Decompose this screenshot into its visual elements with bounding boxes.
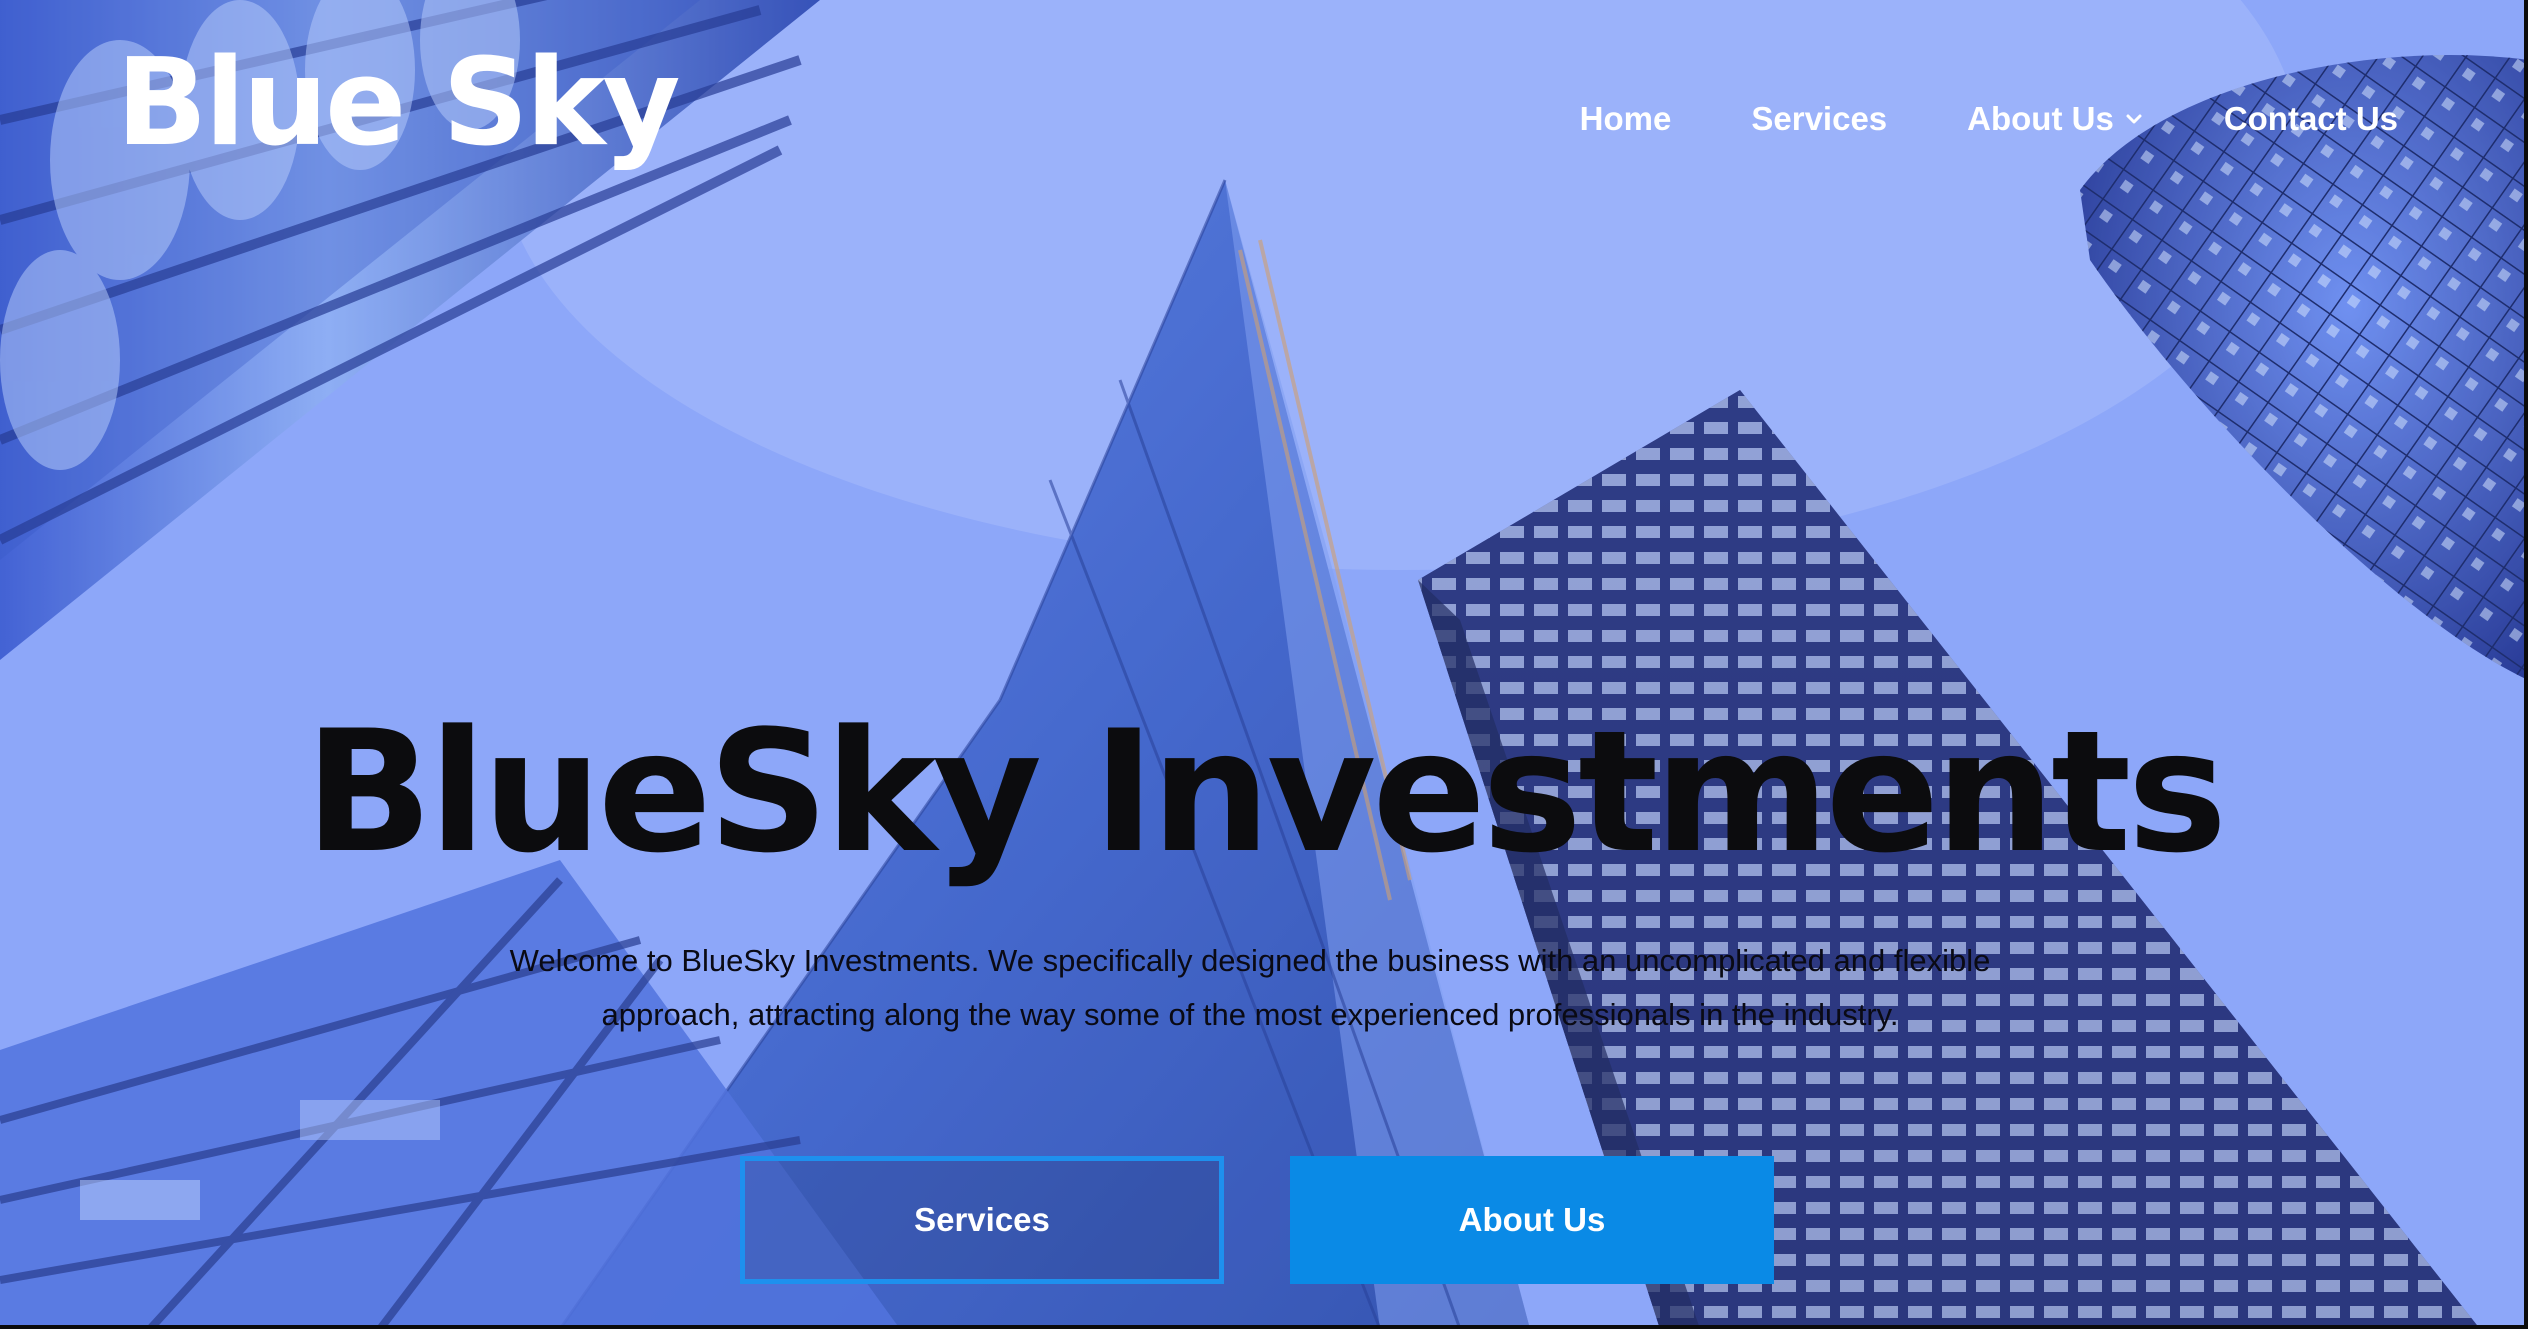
services-button-label: Services xyxy=(914,1201,1050,1238)
about-us-button-label: About Us xyxy=(1458,1201,1606,1238)
services-button[interactable]: Services xyxy=(740,1156,1224,1284)
main-navigation: Home Services About Us Contact Us xyxy=(1500,100,2398,138)
nav-item-home[interactable]: Home xyxy=(1580,100,1672,138)
about-us-button[interactable]: About Us xyxy=(1290,1156,1774,1284)
chevron-down-icon[interactable] xyxy=(2124,109,2144,129)
hero-section: Blue Sky Home Services About Us Contact … xyxy=(0,0,2528,1329)
nav-contact-label: Contact Us xyxy=(2223,100,2398,137)
hero-title: BlueSky Investments xyxy=(304,694,2228,890)
hero-intro-text: Welcome to BlueSky Investments. We speci… xyxy=(509,943,1991,1032)
nav-home-label: Home xyxy=(1579,100,1672,137)
right-edge-border xyxy=(2524,0,2528,1329)
nav-item-services[interactable]: Services xyxy=(1751,100,1887,138)
nav-services-label: Services xyxy=(1751,100,1888,137)
skyscraper-background-image xyxy=(0,0,2528,1329)
bottom-edge-border xyxy=(0,1325,2528,1329)
nav-about-label: About Us xyxy=(1967,100,2114,137)
site-logo[interactable]: Blue Sky xyxy=(116,44,681,164)
nav-item-about-us[interactable]: About Us xyxy=(1967,100,2144,138)
nav-item-contact-us[interactable]: Contact Us xyxy=(2224,100,2398,138)
